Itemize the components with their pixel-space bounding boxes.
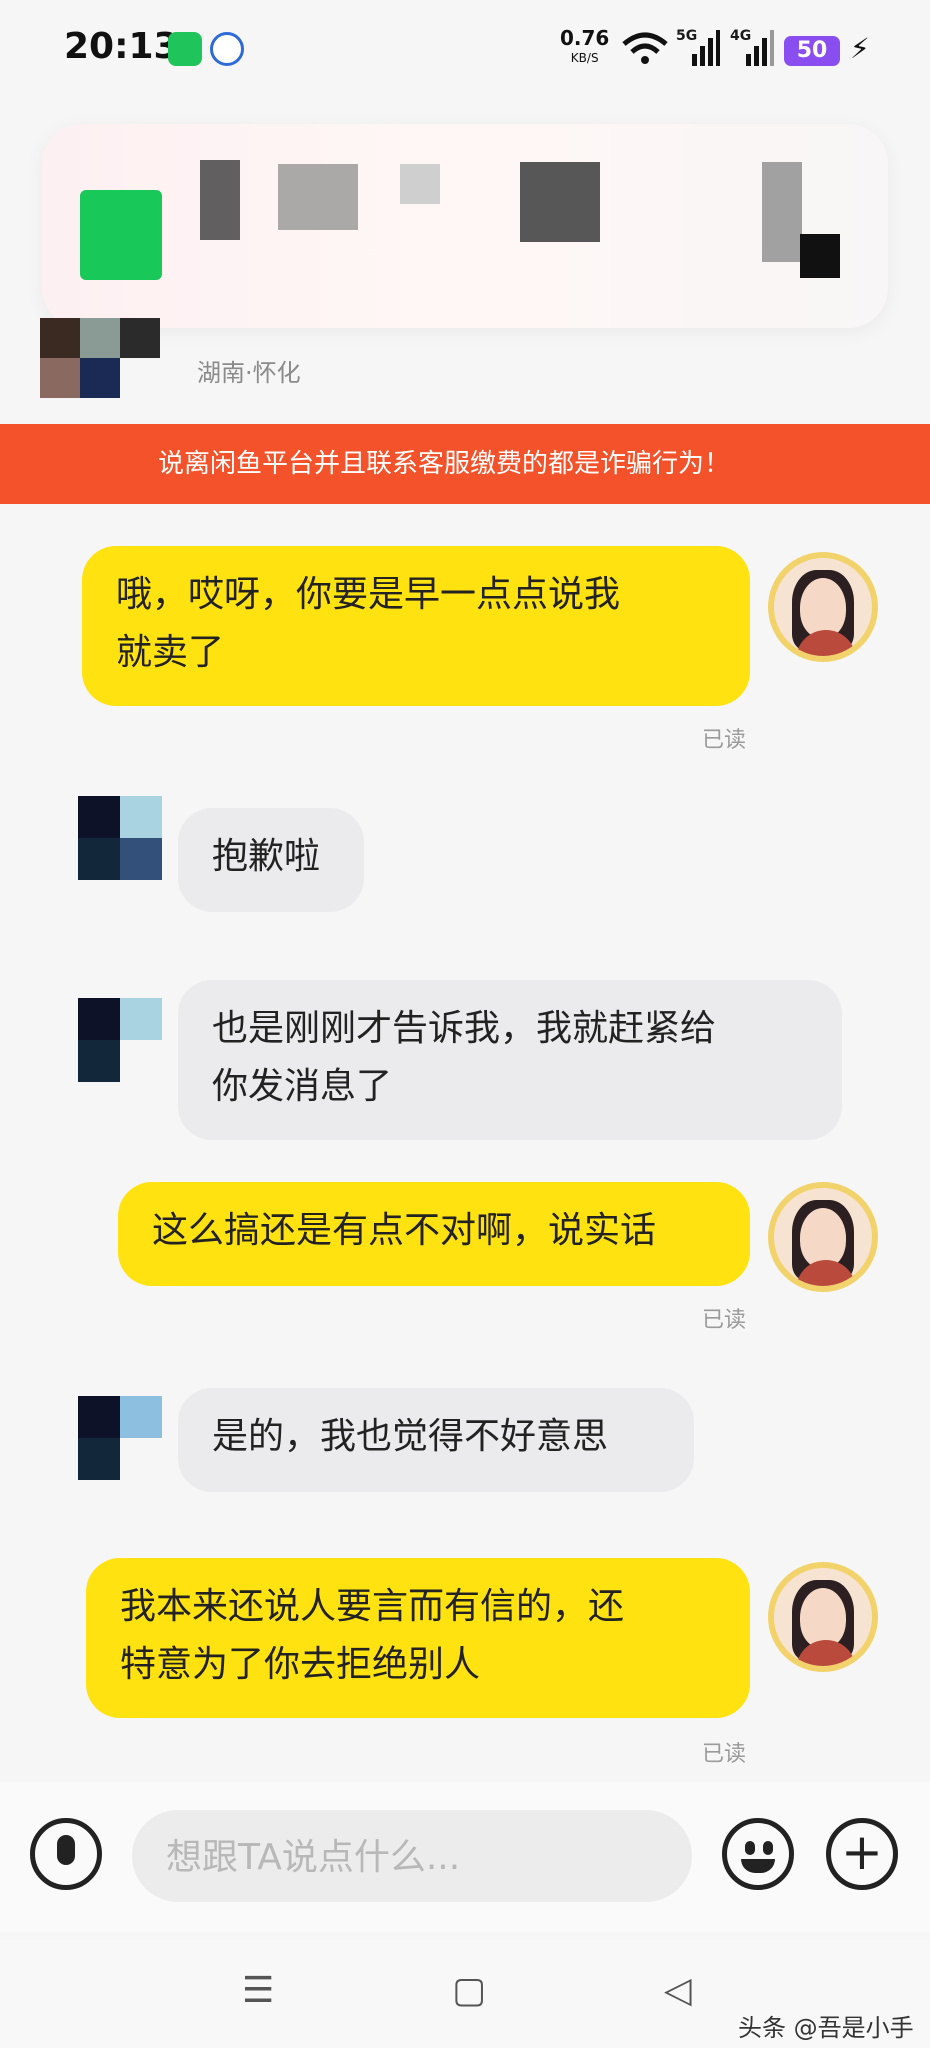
my-avatar[interactable] <box>768 1182 878 1292</box>
message-bubble-mine[interactable]: 这么搞还是有点不对啊，说实话 <box>118 1182 750 1286</box>
my-avatar[interactable] <box>768 1562 878 1672</box>
message-text-line: 也是刚刚才告诉我，我就赶紧给 <box>212 1008 717 1049</box>
voice-input-icon[interactable] <box>30 1818 102 1890</box>
blurred-block <box>400 164 440 204</box>
blurred-block <box>520 162 600 242</box>
message-text-line: 哦，哎呀，你要是早一点点说我 <box>116 574 621 615</box>
charging-icon: ⚡ <box>850 32 870 65</box>
network-speed-value: 0.76 <box>560 26 610 50</box>
message-text-line: 抱歉啦 <box>212 836 321 877</box>
network-speed-unit: KB/S <box>570 51 599 65</box>
seller-avatar[interactable] <box>30 240 160 398</box>
contact-avatar[interactable] <box>78 998 162 1082</box>
seller-location: 湖南·怀化 <box>197 359 301 387</box>
wifi-icon <box>622 32 668 64</box>
my-avatar[interactable] <box>768 552 878 662</box>
message-text-line: 我本来还说人要言而有信的，还 <box>120 1586 625 1627</box>
read-receipt: 已读 <box>702 1308 747 1333</box>
fraud-warning-text: 说离闲鱼平台并且联系客服缴费的都是诈骗行为！ <box>158 449 731 479</box>
message-text-line: 特意为了你去拒绝别人 <box>120 1644 481 1685</box>
status-bar: 20:13 0.76 KB/S 5G 4G 50 ⚡ <box>64 26 870 68</box>
add-attachment-icon[interactable]: + <box>826 1818 898 1890</box>
message-text-line: 这么搞还是有点不对啊，说实话 <box>152 1210 657 1251</box>
message-input-field[interactable] <box>164 1810 648 1904</box>
message-bubble-theirs[interactable]: 抱歉啦 <box>178 808 364 912</box>
message-text-line: 是的，我也觉得不好意思 <box>212 1416 609 1457</box>
blurred-title <box>200 160 240 240</box>
back-nav-icon[interactable]: ◁ <box>664 1970 692 2011</box>
wechat-notification-icon <box>168 32 202 66</box>
home-nav-icon[interactable]: ▢ <box>452 1970 486 2011</box>
battery-indicator: 50 <box>784 36 840 66</box>
baidu-notification-icon <box>210 32 244 66</box>
message-bubble-mine[interactable]: 我本来还说人要言而有信的，还 特意为了你去拒绝别人 <box>86 1558 750 1718</box>
read-receipt: 已读 <box>702 1742 747 1767</box>
network-speed: 0.76 KB/S <box>560 28 609 68</box>
message-text-line: 就卖了 <box>116 632 225 673</box>
message-input[interactable] <box>132 1810 692 1904</box>
message-text-line: 你发消息了 <box>212 1066 393 1107</box>
blurred-block <box>762 162 802 262</box>
read-receipt: 已读 <box>702 728 747 753</box>
fraud-warning-banner: 说离闲鱼平台并且联系客服缴费的都是诈骗行为！ <box>0 424 930 504</box>
emoji-icon[interactable] <box>722 1818 794 1890</box>
message-bubble-theirs[interactable]: 也是刚刚才告诉我，我就赶紧给 你发消息了 <box>178 980 842 1140</box>
status-time: 20:13 <box>64 26 179 67</box>
blurred-block <box>800 234 840 278</box>
contact-avatar[interactable] <box>78 796 162 880</box>
menu-nav-icon[interactable]: ☰ <box>242 1970 274 2011</box>
watermark: 头条 @吾是小手 <box>738 2014 914 2042</box>
blurred-block <box>278 164 358 230</box>
message-bubble-mine[interactable]: 哦，哎呀，你要是早一点点说我 就卖了 <box>82 546 750 706</box>
product-card[interactable] <box>42 124 888 328</box>
contact-avatar[interactable] <box>78 1396 162 1480</box>
message-bubble-theirs[interactable]: 是的，我也觉得不好意思 <box>178 1388 694 1492</box>
